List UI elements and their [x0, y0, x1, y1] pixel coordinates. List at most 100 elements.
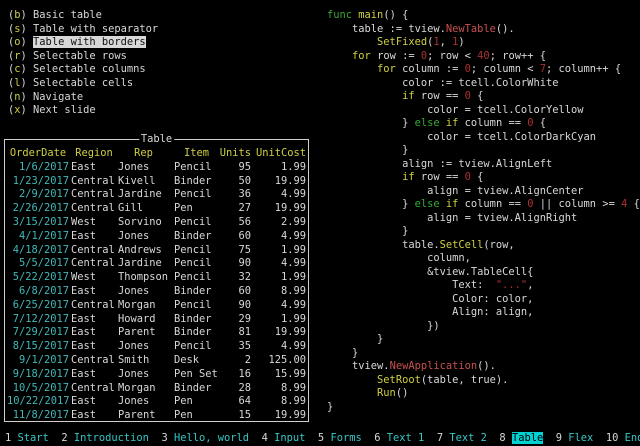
code-token: Align: align,	[327, 306, 533, 318]
table-cell: 1.99	[255, 313, 306, 327]
menu-item-r[interactable]: (r) Selectable rows	[8, 50, 158, 64]
code-token: ; row++ {	[490, 50, 546, 62]
status-item-number: 4	[262, 432, 268, 444]
code-token: }	[327, 144, 408, 156]
menu-item-label: Selectable cells	[33, 77, 133, 89]
code-token	[327, 90, 402, 102]
table-cell: 90	[219, 257, 251, 271]
table-row: 3/15/2017WestSorvinoPencil562.99	[7, 216, 308, 230]
status-item-text-1[interactable]: 6 Text 1	[374, 432, 424, 444]
code-token: {	[534, 117, 547, 129]
menu-item-b[interactable]: (b) Basic table	[8, 9, 158, 23]
code-token: ; column++ {	[546, 63, 621, 75]
table-cell: Parent	[118, 326, 169, 340]
code-token: for	[352, 50, 371, 62]
code-token: if	[446, 117, 459, 129]
status-item-label: Table	[512, 432, 543, 444]
status-item-start[interactable]: 1 Start	[5, 432, 49, 444]
table-cell: 19.99	[255, 175, 306, 189]
table-cell: 5/22/2017	[7, 271, 69, 285]
table-cell: Pen	[174, 395, 219, 409]
table-cell: 1/6/2017	[7, 161, 69, 175]
code-token: () {	[383, 9, 408, 21]
table-cell: 64	[219, 395, 251, 409]
table-cell: Binder	[174, 230, 219, 244]
column-header: UnitCost	[255, 147, 306, 161]
code-token: }	[327, 225, 408, 237]
code-token: "..."	[496, 279, 527, 291]
code-line: align = tview.AlignCenter	[327, 185, 640, 199]
menu-item-l[interactable]: (l) Selectable cells	[8, 77, 158, 91]
code-line: } else if column == 0 || column >= 4 {	[327, 198, 640, 212]
table-cell: 4.99	[255, 299, 306, 313]
table-title: Table	[139, 133, 174, 146]
table-cell: East	[71, 326, 117, 340]
status-item-label: Input	[274, 432, 305, 444]
table-cell: Binder	[174, 382, 219, 396]
table-row: 1/6/2017EastJonesPencil951.99	[7, 161, 308, 175]
table-row: 4/1/2017EastJonesBinder604.99	[7, 230, 308, 244]
code-token: row ==	[415, 90, 465, 102]
code-token: if	[446, 198, 459, 210]
status-item-number: 3	[161, 432, 167, 444]
status-item-input[interactable]: 4 Input	[262, 432, 306, 444]
status-item-number: 10	[606, 432, 619, 444]
status-item-end[interactable]: 10 End	[606, 432, 640, 444]
code-token: for	[377, 63, 396, 75]
code-line: Text: "...",	[327, 279, 640, 293]
code-token: })	[327, 320, 440, 332]
code-token: }	[327, 401, 333, 413]
table-row: 5/22/2017WestThompsonPencil321.99	[7, 271, 308, 285]
status-item-label: Text 1	[387, 432, 425, 444]
table-cell: 8.99	[255, 395, 306, 409]
code-line: }	[327, 347, 640, 361]
table-cell: 19.99	[255, 326, 306, 340]
table-cell: West	[71, 216, 117, 230]
table-cell: 1.99	[255, 271, 306, 285]
table-cell: Central	[71, 202, 117, 216]
table-cell: 2/9/2017	[7, 188, 69, 202]
table-row: 6/8/2017EastJonesBinder608.99	[7, 285, 308, 299]
column-header: Units	[219, 147, 251, 161]
code-token: func	[327, 9, 358, 21]
menu-item-label: Next slide	[33, 104, 96, 116]
status-item-flex[interactable]: 9 Flex	[556, 432, 594, 444]
shortcut-paren-close: )	[21, 91, 34, 103]
table-cell: Pencil	[174, 299, 219, 313]
table-row: 10/22/2017EastJonesPen648.99	[7, 395, 308, 409]
code-token: color := tcell.ColorWhite	[327, 77, 558, 89]
shortcut-paren-close: )	[21, 50, 34, 62]
table-cell: Central	[71, 244, 117, 258]
menu-item-label: Selectable columns	[33, 63, 146, 75]
menu-item-c[interactable]: (c) Selectable columns	[8, 63, 158, 77]
table-cell: Jones	[118, 395, 169, 409]
menu-item-s[interactable]: (s) Table with separator	[8, 23, 158, 37]
table-cell: 32	[219, 271, 251, 285]
table-row: 8/15/2017EastJonesPencil354.99	[7, 340, 308, 354]
table-cell: Binder	[174, 285, 219, 299]
code-token: row ==	[415, 171, 465, 183]
table-cell: 4.99	[255, 188, 306, 202]
table-cell: 60	[219, 230, 251, 244]
menu-item-n[interactable]: (n) Navigate	[8, 91, 158, 105]
table-cell: 90	[219, 299, 251, 313]
status-item-introduction[interactable]: 2 Introduction	[61, 432, 149, 444]
code-token: Run	[377, 387, 396, 399]
table-cell: 2.99	[255, 216, 306, 230]
table-row: 2/26/2017CentralGillPen2719.99	[7, 202, 308, 216]
table-cell: 6/25/2017	[7, 299, 69, 313]
code-line: if row == 0 {	[327, 90, 640, 104]
code-token: column,	[327, 252, 471, 264]
status-item-hello-world[interactable]: 3 Hello, world	[161, 432, 249, 444]
code-line: SetRoot(table, true).	[327, 374, 640, 388]
status-item-table[interactable]: 8 Table	[499, 432, 543, 444]
table-cell: 4.99	[255, 230, 306, 244]
status-item-forms[interactable]: 5 Forms	[318, 432, 362, 444]
status-item-text-2[interactable]: 7 Text 2	[437, 432, 487, 444]
menu-item-label: Table with separator	[33, 23, 158, 35]
table-body: 1/6/2017EastJonesPencil951.991/23/2017Ce…	[7, 161, 308, 423]
menu-item-o[interactable]: (o) Table with borders	[8, 36, 158, 50]
menu-item-x[interactable]: (x) Next slide	[8, 104, 158, 118]
status-item-label: Start	[18, 432, 49, 444]
code-token: || column >=	[534, 198, 622, 210]
